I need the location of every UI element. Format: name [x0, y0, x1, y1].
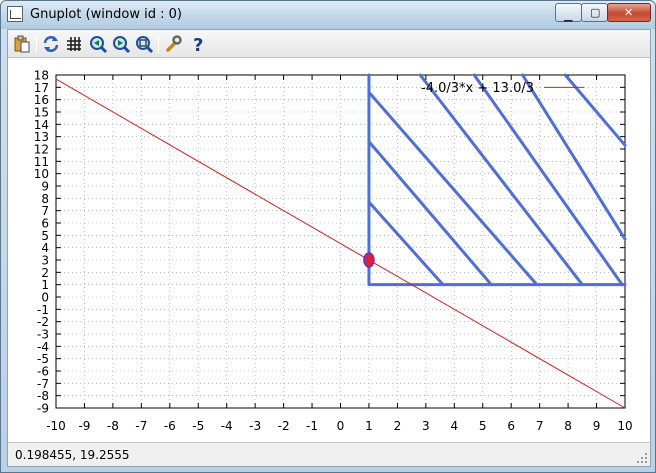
- x-tick-label: -6: [164, 419, 176, 433]
- options-icon[interactable]: [164, 34, 184, 54]
- x-tick-label: 8: [564, 419, 572, 433]
- x-tick-label: -5: [192, 419, 204, 433]
- x-tick-label: 7: [536, 419, 544, 433]
- copy-to-clipboard-icon[interactable]: [12, 34, 32, 54]
- x-tick-label: -9: [78, 419, 90, 433]
- x-tick-label: 3: [422, 419, 430, 433]
- gnuplot-app-icon: [7, 6, 23, 22]
- plot-canvas: -10 -9 -8 -7 -6 -5 -4 -3 -2 -1 0 1 2 3 4 5 6 7 8 9 101817161…: [34, 69, 633, 434]
- plot-area[interactable]: -10 -9 -8 -7 -6 -5 -4 -3 -2 -1 0 1 2 3 4 5 6 7 8 9 10 18 17 16 1…: [8, 59, 650, 441]
- x-tick-label: 6: [507, 419, 515, 433]
- maximize-icon: ▢: [590, 6, 601, 19]
- client-area: ? -10 -9 -8 -7 -6 -5 -4 -3 -2 -1 0 1 2 3 4 5 6 7 8 9 10 18 17 1…: [7, 29, 651, 467]
- x-tick-label: -7: [135, 419, 147, 433]
- toolbar-separator: [158, 35, 159, 53]
- replot-icon[interactable]: [41, 34, 61, 54]
- x-tick-label: 1: [365, 419, 373, 433]
- x-tick-label: 9: [593, 419, 601, 433]
- x-tick-label: -2: [278, 419, 290, 433]
- minimize-icon: ▁: [564, 9, 573, 22]
- window-title: Gnuplot (window id : 0): [30, 7, 182, 22]
- x-tick-label: -3: [249, 419, 261, 433]
- intersection-point: [363, 252, 375, 268]
- resize-grip-icon[interactable]: [636, 452, 648, 464]
- x-tick-label: 5: [479, 419, 487, 433]
- zoom-previous-icon[interactable]: [88, 34, 108, 54]
- app-window: Gnuplot (window id : 0) ▁ ▢ ✕ ? -10 -9 -…: [0, 0, 656, 473]
- region-hatch-line: [563, 73, 627, 147]
- region-hatch-line: [472, 73, 624, 287]
- maximize-button[interactable]: ▢: [581, 3, 608, 22]
- grid-icon[interactable]: [64, 34, 84, 54]
- y-tick-label: -9: [37, 402, 49, 416]
- x-tick-label: 2: [394, 419, 402, 433]
- x-tick-label: 10: [617, 419, 632, 433]
- x-tick-label: 4: [450, 419, 458, 433]
- zoom-next-icon[interactable]: [111, 34, 131, 54]
- svg-text:?: ?: [193, 35, 203, 54]
- title-bar[interactable]: Gnuplot (window id : 0) ▁ ▢ ✕: [1, 1, 655, 29]
- toolbar: ?: [8, 30, 650, 58]
- region-hatch-line: [367, 90, 539, 287]
- close-icon: ✕: [624, 6, 634, 19]
- x-tick-label: 0: [337, 419, 345, 433]
- x-tick-label: -1: [306, 419, 318, 433]
- close-button[interactable]: ✕: [607, 3, 651, 22]
- help-icon[interactable]: ?: [188, 34, 208, 56]
- mouse-coordinates: 0.198455, 19.2555: [15, 448, 130, 462]
- x-tick-label: -10: [46, 419, 66, 433]
- x-tick-label: -8: [107, 419, 119, 433]
- legend-label: -4.0/3*x + 13.0/3: [421, 81, 534, 96]
- status-bar: 0.198455, 19.2555: [8, 442, 650, 466]
- minimize-button[interactable]: ▁: [555, 3, 582, 22]
- unzoom-icon[interactable]: [134, 34, 154, 54]
- plot-border: [55, 74, 626, 409]
- toolbar-separator: [36, 35, 37, 53]
- x-tick-label: -4: [221, 419, 233, 433]
